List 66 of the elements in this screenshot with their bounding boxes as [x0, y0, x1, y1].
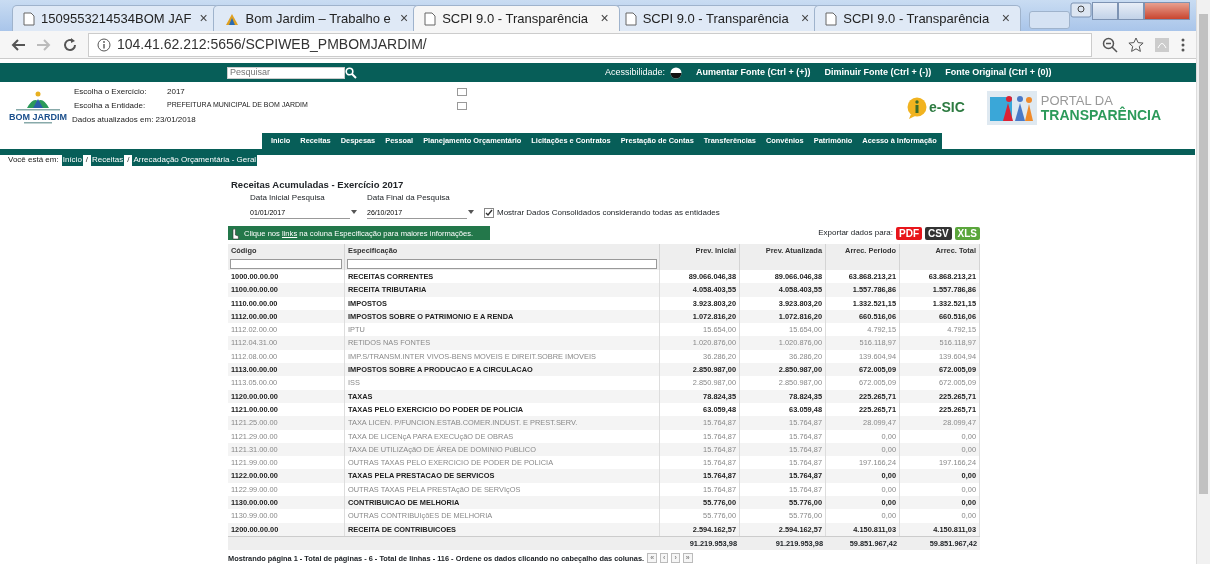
checkbox[interactable] [484, 207, 494, 218]
tab-title: SCPI 9.0 - Transparência [642, 11, 789, 27]
tab-title: SCPI 9.0 - Transparência [442, 11, 589, 27]
back-icon[interactable] [10, 37, 26, 52]
url-text: 104.41.62.212:5656/SCPIWEB_PMBOMJARDIM/ [117, 35, 427, 54]
logo-rule [24, 121, 52, 125]
breadcrumb-separator: / [127, 154, 130, 167]
star-icon[interactable] [1128, 36, 1144, 53]
field-label: Escolha o Exercício: [74, 85, 148, 98]
field-label: Escolha a Entidade: [74, 99, 147, 112]
user-icon[interactable] [1070, 2, 1092, 20]
accessibility-label: Acessibilidade: [605, 65, 666, 79]
page-icon [825, 11, 838, 26]
font-size-link[interactable]: Diminuir Fonte (Ctrl + (-)) [824, 65, 932, 80]
export-label: Exportar dados para: [818, 227, 893, 240]
people-icon [986, 90, 1037, 125]
update-date: Dados atualizados em: 23/01/2018 [72, 113, 197, 126]
tab-title: 1509553214534BOM JAF [41, 11, 192, 27]
breadcrumb-link[interactable]: Arrecadação Orçamentária - Geral [132, 154, 258, 167]
page-icon [23, 11, 35, 26]
select-value[interactable]: 2017 [167, 85, 457, 98]
tab-title: SCPI 9.0 - Transparência [843, 11, 990, 27]
browser-tab[interactable]: SCPI 9.0 - Transparência × [413, 5, 620, 32]
breadcrumb-separator: / [85, 154, 89, 167]
scrollbar-thumb[interactable] [1199, 14, 1208, 494]
portal-title: PORTAL DA [1040, 93, 1113, 108]
font-size-link[interactable]: Aumentar Fonte (Ctrl + (+)) [696, 65, 811, 80]
address-bar[interactable]: 104.41.62.212:5656/SCPIWEB_PMBOMJARDIM/ [88, 32, 1092, 57]
checkbox-label: Mostrar Dados Consolidados considerando todas as entidades [497, 206, 720, 219]
font-size-link[interactable]: Fonte Original (Ctrl + (0)) [945, 65, 1052, 80]
field-label: Data Final da Pesquisa [367, 191, 451, 204]
close-tab-button[interactable]: × [199, 8, 208, 30]
tab-title: Bom Jardim – Trabalho e [245, 11, 391, 27]
breadcrumb-label: Você está em: [8, 154, 59, 167]
transparency-portal-logo[interactable]: PORTAL DA TRANSPARÊNCIA [986, 90, 1162, 125]
search-icon[interactable] [345, 66, 357, 79]
browser-tab[interactable]: SCPI 9.0 - Transparência × [814, 5, 1021, 32]
close-tab-button[interactable]: × [399, 8, 409, 30]
logo-rule [16, 108, 60, 112]
portal-title: TRANSPARÊNCIA [1040, 107, 1162, 122]
info-balloon-icon [907, 96, 927, 119]
info-icon[interactable] [97, 37, 111, 52]
esic-logo[interactable]: e-SIC [907, 96, 965, 119]
breadcrumb-link[interactable]: Receitas [91, 154, 125, 167]
menu-icon[interactable] [1180, 36, 1186, 53]
close-tab-button[interactable]: × [1001, 8, 1010, 30]
search-field[interactable]: Pesquisar [227, 66, 345, 79]
zoom-icon[interactable] [1102, 36, 1118, 53]
export-button[interactable]: CSV [925, 226, 952, 240]
page-icon [624, 11, 637, 26]
scrollbar[interactable] [1196, 0, 1210, 564]
reload-icon[interactable] [62, 36, 78, 53]
minimize-button[interactable] [1092, 2, 1118, 20]
breadcrumb-link[interactable]: Início [61, 154, 83, 167]
report-title: Receitas Acumuladas - Exercício 2017 [231, 177, 405, 192]
hand-pointer-icon [230, 226, 240, 240]
maximize-button[interactable] [1118, 2, 1144, 20]
close-button[interactable] [1144, 2, 1190, 20]
page-icon [424, 11, 437, 26]
field-label: Data Inicial Pesquisa [250, 191, 326, 204]
logo-title: BOM JARDIM [9, 111, 67, 122]
close-tab-button[interactable]: × [801, 8, 810, 30]
contrast-icon[interactable] [670, 66, 683, 79]
export-button[interactable]: PDF [896, 226, 922, 240]
esic-title: e-SIC [929, 98, 965, 118]
close-tab-button[interactable]: × [600, 8, 609, 30]
